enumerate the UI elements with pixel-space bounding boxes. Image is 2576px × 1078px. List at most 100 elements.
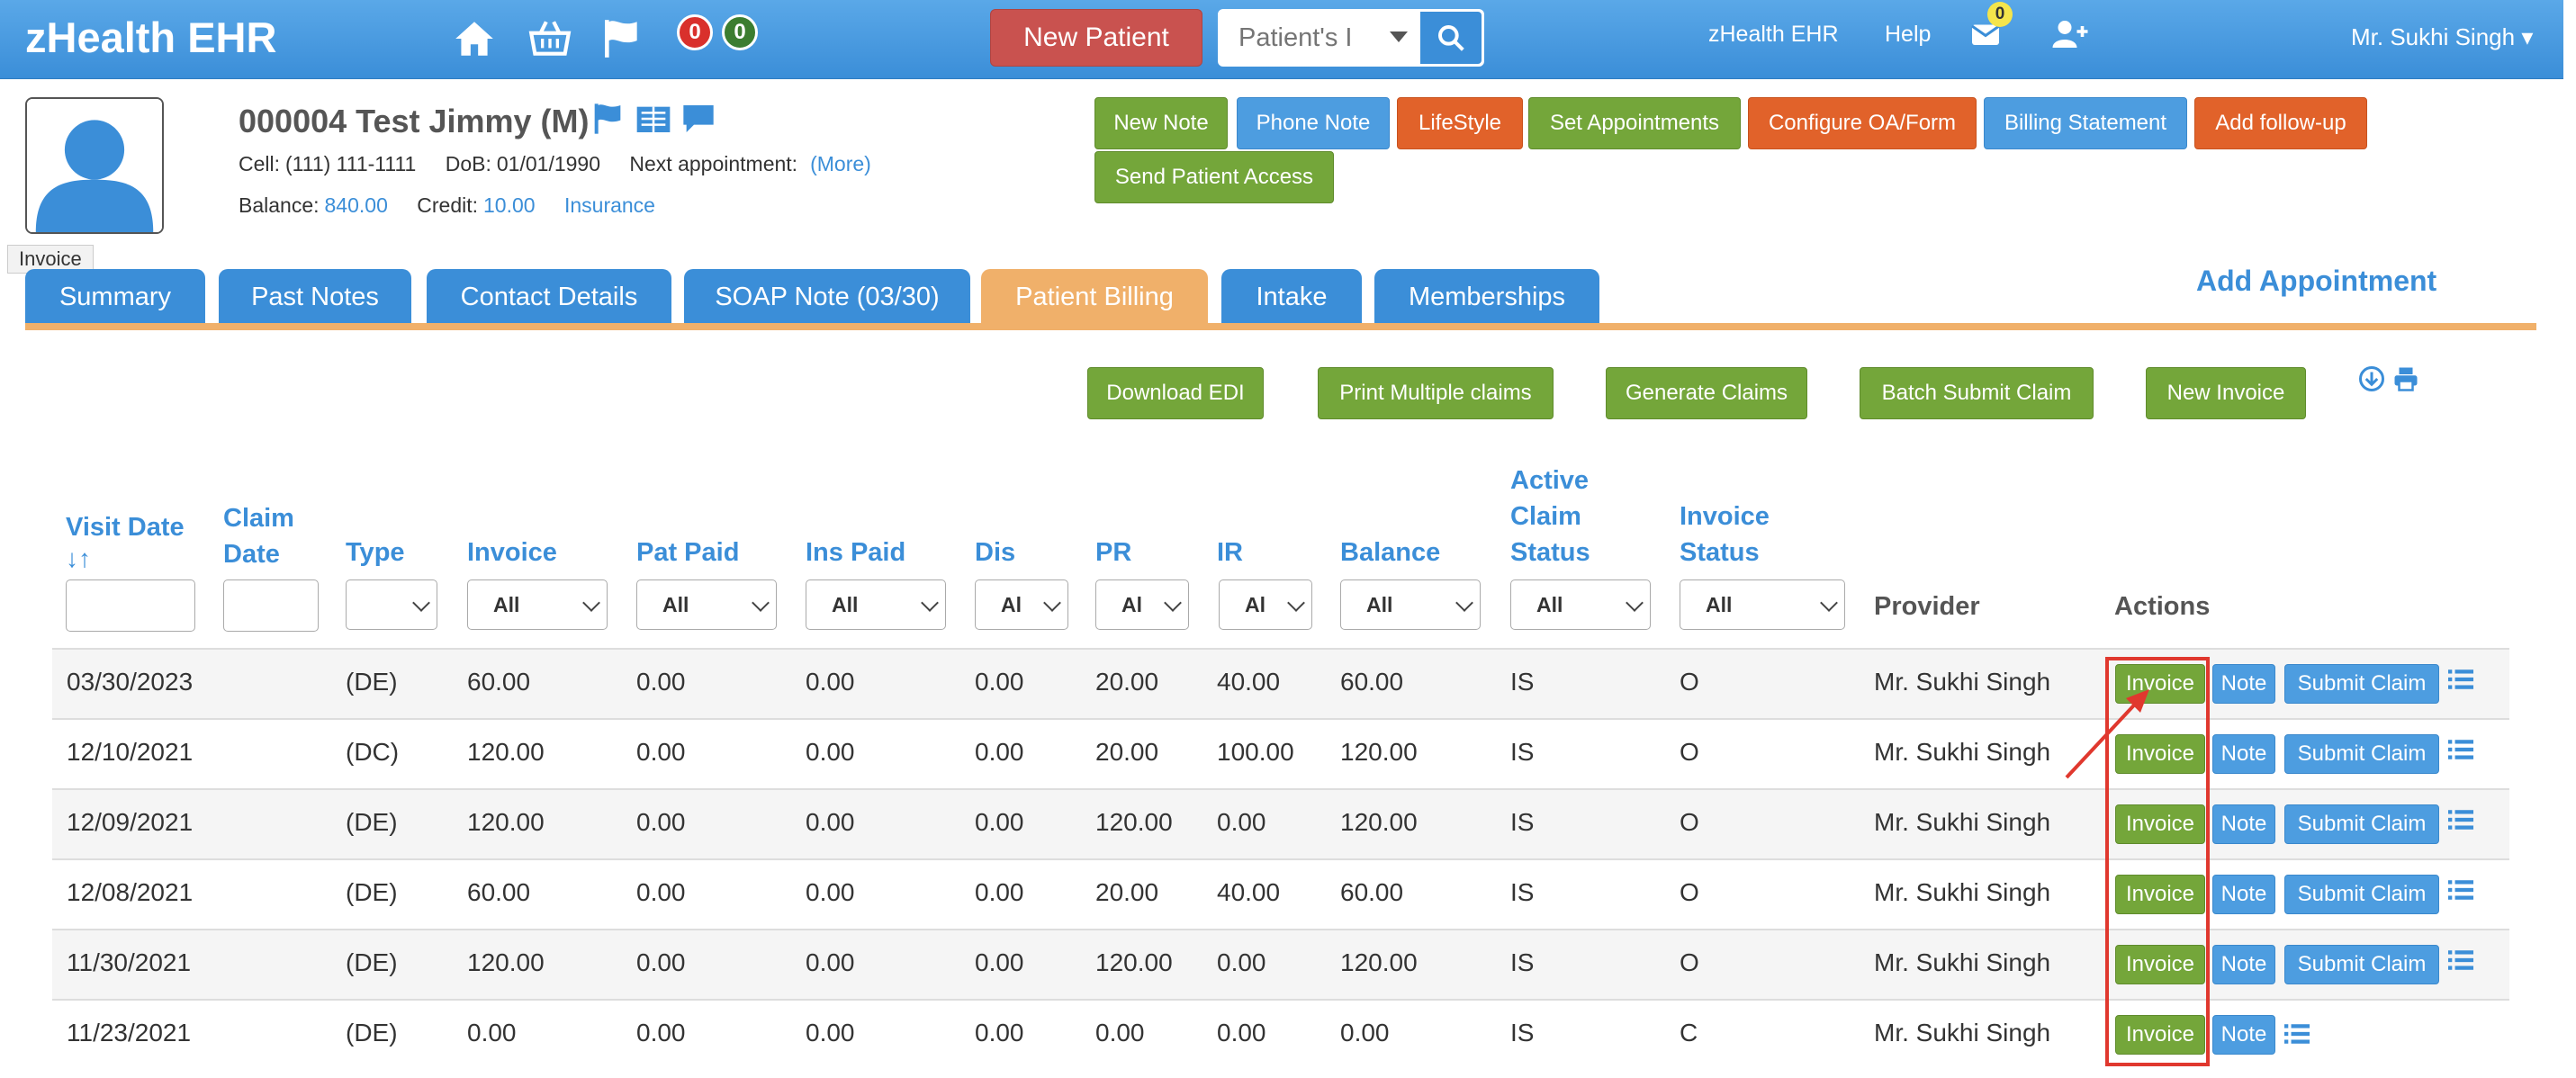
chevron-down-icon — [1043, 594, 1061, 612]
column-header-pat-paid[interactable]: Pat Paid — [636, 535, 739, 570]
tab-summary[interactable]: Summary — [25, 269, 205, 325]
active-claim-status-filter-select[interactable]: All — [1510, 579, 1651, 630]
note-button[interactable]: Note — [2212, 804, 2275, 844]
column-header-type[interactable]: Type — [346, 535, 405, 570]
pat-paid-filter-select[interactable]: All — [636, 579, 777, 630]
home-icon[interactable] — [452, 16, 497, 61]
message-icon[interactable] — [680, 101, 716, 137]
configure-oa-form-button[interactable]: Configure OA/Form — [1748, 97, 1977, 149]
column-header-visit-date[interactable]: Visit Date ↓↑ — [66, 509, 185, 572]
invoice-filter-value: All — [493, 593, 520, 616]
nav-link-help[interactable]: Help — [1885, 22, 1931, 48]
ir-cell: 0.00 — [1217, 948, 1266, 976]
note-button[interactable]: Note — [2212, 664, 2275, 704]
sort-icon[interactable]: ↓↑ — [66, 545, 185, 572]
billing-statement-button[interactable]: Billing Statement — [1984, 97, 2187, 149]
more-link[interactable]: (More) — [810, 152, 871, 175]
generate-claims-button[interactable]: Generate Claims — [1606, 367, 1807, 419]
print-icon[interactable] — [2392, 365, 2419, 392]
tasks-count-badge[interactable]: 0 — [722, 14, 758, 50]
invoice-status-label-2: Status — [1680, 538, 1760, 567]
ir-filter-select[interactable]: Al — [1219, 579, 1312, 630]
pat-paid-cell: 0.00 — [636, 1019, 686, 1047]
download-edi-button[interactable]: Download EDI — [1087, 367, 1264, 419]
visit-date-cell: 03/30/2023 — [67, 668, 194, 696]
ins-paid-cell: 0.00 — [806, 878, 855, 906]
flag-icon[interactable] — [590, 101, 626, 137]
patient-avatar[interactable] — [25, 97, 164, 234]
column-header-active-claim-status[interactable]: Active Claim Status — [1510, 463, 1590, 570]
tab-contact-details[interactable]: Contact Details — [427, 269, 671, 325]
nav-link-zhealth[interactable]: zHealth EHR — [1708, 22, 1839, 48]
credit-value[interactable]: 10.00 — [483, 193, 536, 217]
insurance-link[interactable]: Insurance — [564, 193, 655, 217]
note-button[interactable]: Note — [2212, 1015, 2275, 1055]
basket-icon[interactable] — [527, 16, 572, 61]
tab-patient-billing[interactable]: Patient Billing — [981, 269, 1208, 325]
type-filter-select[interactable] — [346, 579, 437, 630]
send-patient-access-button[interactable]: Send Patient Access — [1094, 151, 1334, 203]
user-menu[interactable]: Mr. Sukhi Singh ▾ — [2351, 23, 2533, 51]
add-follow-up-button[interactable]: Add follow-up — [2194, 97, 2367, 149]
submit-claim-button[interactable]: Submit Claim — [2284, 945, 2439, 984]
list-icon[interactable] — [2448, 878, 2473, 902]
column-header-invoice[interactable]: Invoice — [467, 535, 557, 570]
batch-submit-claim-button[interactable]: Batch Submit Claim — [1860, 367, 2094, 419]
list-icon[interactable] — [2448, 738, 2473, 761]
list-icon[interactable] — [2448, 668, 2473, 691]
column-header-pr[interactable]: PR — [1095, 535, 1131, 570]
balance-cell: 120.00 — [1340, 808, 1418, 836]
note-button[interactable]: Note — [2212, 734, 2275, 774]
claim-date-filter-input[interactable] — [223, 579, 319, 632]
list-icon[interactable] — [2448, 808, 2473, 831]
column-header-ins-paid[interactable]: Ins Paid — [806, 535, 905, 570]
download-icon[interactable] — [2358, 365, 2385, 392]
new-invoice-button[interactable]: New Invoice — [2146, 367, 2306, 419]
alerts-count-badge[interactable]: 0 — [677, 14, 713, 50]
phone-note-button[interactable]: Phone Note — [1237, 97, 1390, 149]
new-patient-button[interactable]: New Patient — [990, 9, 1202, 67]
balance-value[interactable]: 840.00 — [325, 193, 388, 217]
balance-filter-select[interactable]: All — [1340, 579, 1481, 630]
column-header-balance[interactable]: Balance — [1340, 535, 1440, 570]
note-button[interactable]: Note — [2212, 875, 2275, 914]
add-user-icon[interactable] — [2052, 18, 2088, 50]
tab-soap-note[interactable]: SOAP Note (03/30) — [684, 269, 970, 325]
chevron-down-icon[interactable] — [1390, 31, 1408, 42]
tab-past-notes[interactable]: Past Notes — [219, 269, 411, 325]
pr-filter-value: Al — [1121, 593, 1142, 616]
tab-intake[interactable]: Intake — [1221, 269, 1362, 325]
pat-paid-cell: 0.00 — [636, 948, 686, 976]
lifestyle-button[interactable]: LifeStyle — [1397, 97, 1523, 149]
patient-search-input[interactable] — [1238, 12, 1374, 64]
submit-claim-button[interactable]: Submit Claim — [2284, 664, 2439, 704]
column-header-dis[interactable]: Dis — [975, 535, 1015, 570]
submit-claim-button[interactable]: Submit Claim — [2284, 804, 2439, 844]
new-note-button[interactable]: New Note — [1094, 97, 1228, 149]
visit-date-filter-input[interactable] — [66, 579, 195, 632]
invoice-status-filter-select[interactable]: All — [1680, 579, 1845, 630]
flag-icon[interactable] — [599, 16, 644, 61]
ins-paid-filter-select[interactable]: All — [806, 579, 946, 630]
add-appointment-link[interactable]: Add Appointment — [2196, 265, 2436, 298]
brand-logo[interactable]: zHealth EHR — [25, 13, 276, 62]
acs-label-2: Claim — [1510, 502, 1581, 531]
invoice-filter-select[interactable]: All — [467, 579, 608, 630]
column-header-ir[interactable]: IR — [1217, 535, 1243, 570]
column-header-invoice-status[interactable]: Invoice Status — [1680, 499, 1770, 570]
search-button[interactable] — [1420, 12, 1482, 64]
set-appointments-button[interactable]: Set Appointments — [1528, 97, 1741, 149]
submit-claim-button[interactable]: Submit Claim — [2284, 734, 2439, 774]
column-header-claim-date[interactable]: Claim Date — [223, 500, 294, 572]
print-multiple-claims-button[interactable]: Print Multiple claims — [1318, 367, 1554, 419]
pr-filter-select[interactable]: Al — [1095, 579, 1189, 630]
contact-card-icon[interactable] — [635, 101, 671, 137]
tab-memberships[interactable]: Memberships — [1374, 269, 1599, 325]
dis-filter-select[interactable]: Al — [975, 579, 1068, 630]
note-button[interactable]: Note — [2212, 945, 2275, 984]
list-icon[interactable] — [2284, 1022, 2310, 1046]
mail-count-badge: 0 — [1987, 2, 2013, 27]
submit-claim-button[interactable]: Submit Claim — [2284, 875, 2439, 914]
patient-balance-line: Balance: 840.00 Credit: 10.00 Insurance — [239, 193, 679, 218]
list-icon[interactable] — [2448, 948, 2473, 972]
